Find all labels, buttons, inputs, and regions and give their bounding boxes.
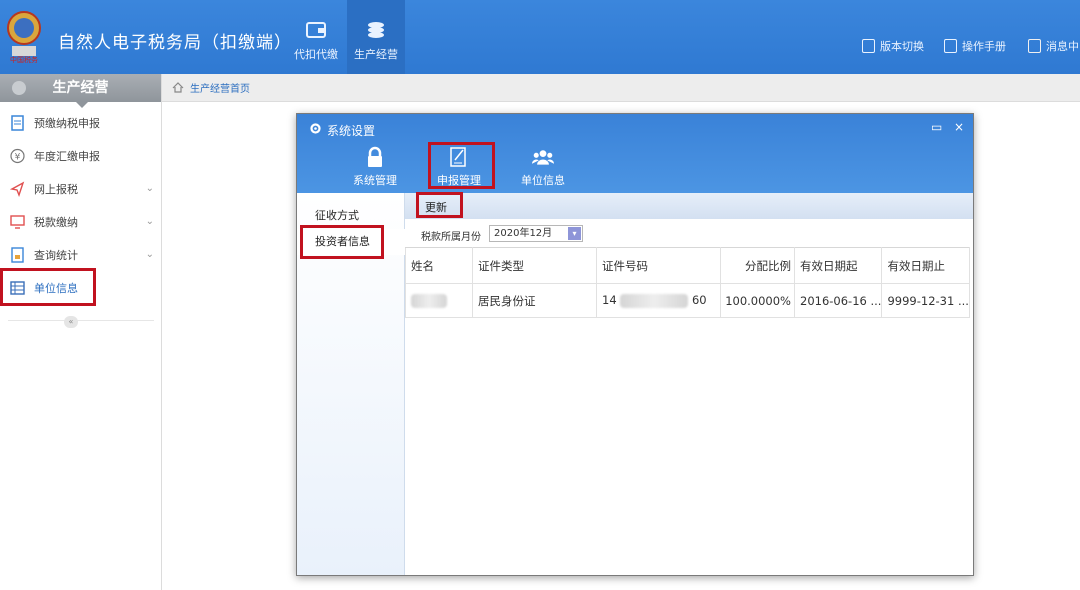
breadcrumb: 生产经营首页 <box>162 74 1080 102</box>
breadcrumb-link[interactable]: 生产经营首页 <box>190 80 250 95</box>
cell-id-type: 居民身份证 <box>472 283 597 318</box>
cell-end-date: 9999-12-31 ... <box>881 283 970 318</box>
tab-label: 单位信息 <box>521 174 565 187</box>
tab-withholding-label: 代扣代缴 <box>294 48 338 61</box>
app-title: 自然人电子税务局（扣缴端） <box>58 33 292 53</box>
tab-label: 系统管理 <box>353 174 397 187</box>
sidebar-item-annual-declare[interactable]: ¥ 年度汇缴申报 <box>0 140 162 172</box>
cell-name <box>405 283 473 318</box>
dialog-toolbar: 更新 <box>405 193 973 219</box>
column-header[interactable]: 有效日期止 <box>881 247 970 284</box>
tab-production[interactable]: 生产经营 <box>347 0 405 74</box>
sidebar-section-title: 生产经营 <box>0 74 161 108</box>
sidebar-item-prepay-declare[interactable]: 预缴纳税申报 <box>0 107 162 139</box>
sidebar-item-query-stats[interactable]: 查询统计 ⌄ <box>0 239 162 271</box>
send-icon <box>10 181 25 197</box>
sidebar-item-label: 年度汇缴申报 <box>34 150 100 163</box>
highlight-update-button <box>416 192 463 218</box>
report-icon <box>11 247 24 263</box>
cell-id-number: 14 60 <box>596 283 721 318</box>
dropdown-icon[interactable]: ▾ <box>568 227 581 240</box>
gear-icon <box>310 123 321 134</box>
dialog-title: 系统设置 <box>327 124 376 138</box>
message-label: 消息中 <box>1046 40 1079 53</box>
sidebar-item-label: 网上报税 <box>34 183 78 196</box>
cell-ratio: 100.0000% <box>720 283 795 318</box>
column-header[interactable]: 证件类型 <box>472 247 597 284</box>
home-icon[interactable] <box>172 82 184 93</box>
system-settings-dialog: 系统设置 ▭ × 系统管理 申报管理 单位信息 征收方式 投资者信息 更新 税款… <box>296 113 974 576</box>
divider <box>8 320 154 321</box>
restore-button[interactable]: ▭ <box>931 120 942 134</box>
dialog-header: 系统设置 ▭ × 系统管理 申报管理 单位信息 <box>297 114 973 193</box>
chevron-down-icon: ⌄ <box>145 216 154 227</box>
top-header: 中国税务 自然人电子税务局（扣缴端） 代扣代缴 生产经营 版本切换 操作手册 消… <box>0 0 1080 74</box>
message-link[interactable]: 消息中 <box>1028 38 1079 54</box>
tax-month-label: 税款所属月份 <box>421 232 481 243</box>
document-icon <box>11 115 24 131</box>
column-header[interactable]: 姓名 <box>405 247 473 284</box>
chevron-down-icon: ⌄ <box>145 249 154 260</box>
tax-month-value: 2020年12月 <box>494 228 553 239</box>
wallet-icon <box>306 22 326 38</box>
tab-production-label: 生产经营 <box>354 48 398 61</box>
column-header[interactable]: 分配比例 <box>720 247 795 284</box>
yuan-icon: ¥ <box>10 148 25 164</box>
sidebar-section-title-text: 生产经营 <box>52 80 109 96</box>
chevron-down-icon: ⌄ <box>145 183 154 194</box>
investor-table: 姓名 证件类型 证件号码 分配比例 有效日期起 有效日期止 居民身份证 14 6… <box>405 247 970 318</box>
close-button[interactable]: × <box>954 120 964 134</box>
sidebar-item-online-tax[interactable]: 网上报税 ⌄ <box>0 173 162 205</box>
users-icon <box>532 150 554 165</box>
sidebar-collapse-button[interactable]: « <box>64 316 78 328</box>
logo-caption: 中国税务 <box>10 55 38 64</box>
table-row[interactable]: 居民身份证 14 60 100.0000% 2016-06-16 ... 999… <box>405 283 970 318</box>
manual-link[interactable]: 操作手册 <box>944 38 1006 54</box>
id-number-suffix: 60 <box>691 293 707 308</box>
redacted-name <box>411 293 447 308</box>
tab-withholding[interactable]: 代扣代缴 <box>287 0 345 74</box>
switch-icon <box>862 39 875 53</box>
tax-month-select[interactable]: 2020年12月 ▾ <box>489 225 583 242</box>
manual-icon <box>944 39 957 53</box>
manual-label: 操作手册 <box>962 40 1006 53</box>
sidebar-item-label: 查询统计 <box>34 249 78 262</box>
tab-system-management[interactable]: 系统管理 <box>340 146 410 188</box>
filter-bar: 税款所属月份 2020年12月 ▾ <box>405 221 973 245</box>
column-header[interactable]: 有效日期起 <box>793 247 883 284</box>
highlight-unit-info <box>0 268 96 306</box>
highlight-declare-tab <box>428 142 495 189</box>
id-number-prefix: 14 <box>602 293 617 308</box>
message-icon <box>1028 39 1041 53</box>
coins-icon <box>368 22 384 38</box>
svg-text:¥: ¥ <box>15 153 21 163</box>
sidebar-item-label: 预缴纳税申报 <box>34 117 100 130</box>
sidebar-item-tax-payment[interactable]: 税款缴纳 ⌄ <box>0 206 162 238</box>
cube-icon <box>12 81 26 95</box>
sidebar-item-label: 税款缴纳 <box>34 216 78 229</box>
tax-logo-icon: 中国税务 <box>7 11 41 64</box>
monitor-icon <box>10 215 25 229</box>
version-switch-link[interactable]: 版本切换 <box>862 38 924 54</box>
version-switch-label: 版本切换 <box>880 40 924 53</box>
tab-unit-info[interactable]: 单位信息 <box>508 146 578 188</box>
cell-start-date: 2016-06-16 ... <box>793 283 883 318</box>
column-header[interactable]: 证件号码 <box>596 247 721 284</box>
highlight-investor-info <box>300 225 384 259</box>
redacted-id <box>620 293 689 308</box>
lock-icon <box>368 146 382 167</box>
sidebar: 生产经营 预缴纳税申报 ¥ 年度汇缴申报 网上报税 ⌄ 税款缴纳 ⌄ 查询统计 … <box>0 74 162 590</box>
